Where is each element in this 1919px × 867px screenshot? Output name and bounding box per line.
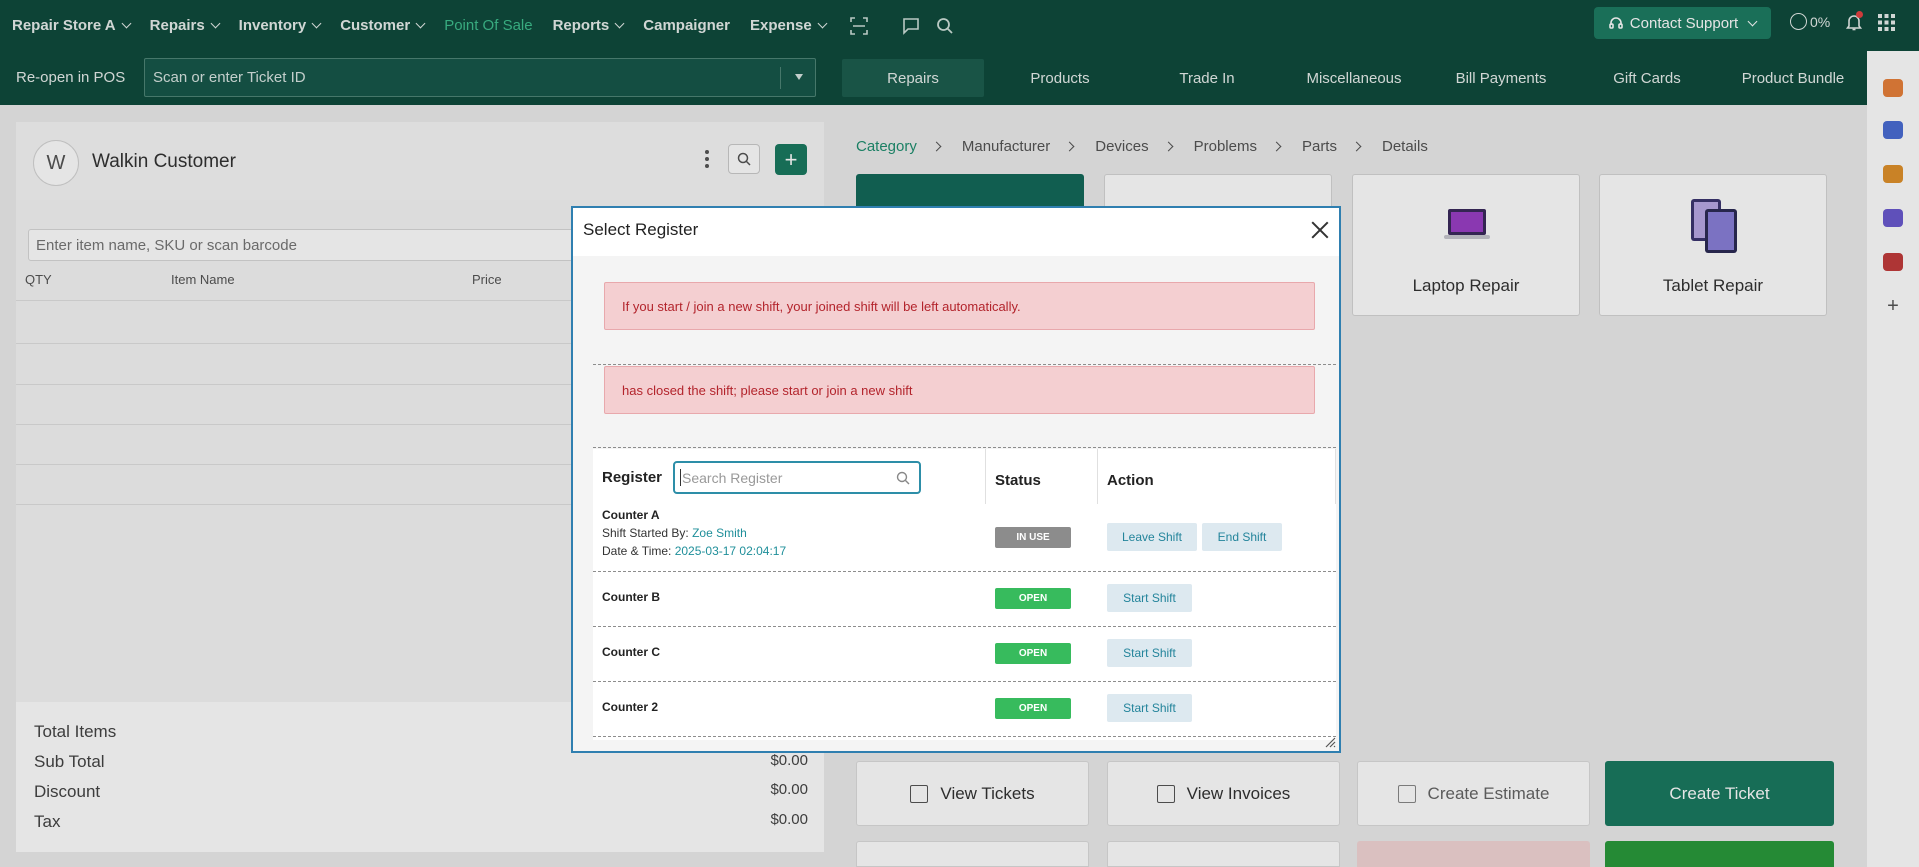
register-name: Counter A bbox=[602, 508, 660, 522]
status-badge: OPEN bbox=[995, 643, 1071, 664]
shift-started-by: Shift Started By: Zoe Smith bbox=[602, 526, 747, 540]
divider bbox=[593, 736, 1336, 737]
end-shift-button[interactable]: End Shift bbox=[1202, 523, 1282, 551]
divider bbox=[985, 449, 986, 504]
shift-warning-alert: If you start / join a new shift, your jo… bbox=[604, 282, 1315, 330]
start-shift-button[interactable]: Start Shift bbox=[1107, 639, 1192, 667]
search-register-input[interactable]: Search Register bbox=[673, 461, 921, 494]
divider bbox=[593, 447, 1336, 448]
divider bbox=[593, 364, 1336, 365]
shift-closed-alert: has closed the shift; please start or jo… bbox=[604, 366, 1315, 414]
divider bbox=[1097, 449, 1098, 504]
status-badge: OPEN bbox=[995, 588, 1071, 609]
text-cursor bbox=[680, 469, 681, 486]
register-table: Register Search Register Status Action C… bbox=[593, 449, 1336, 740]
shift-started-user: Zoe Smith bbox=[692, 526, 747, 540]
register-name: Counter 2 bbox=[602, 700, 659, 714]
search-icon bbox=[896, 471, 910, 485]
datetime-value: 2025-03-17 02:04:17 bbox=[674, 544, 787, 558]
status-badge: IN USE bbox=[995, 527, 1071, 548]
divider bbox=[1335, 449, 1336, 504]
register-name: Counter B bbox=[602, 590, 660, 604]
search-register-placeholder: Search Register bbox=[682, 469, 783, 486]
datetime-label: Date & Time: bbox=[602, 544, 672, 558]
leave-shift-button[interactable]: Leave Shift bbox=[1107, 523, 1197, 551]
column-header-register: Register bbox=[602, 469, 663, 486]
column-header-status: Status bbox=[995, 472, 1041, 489]
column-header-action: Action bbox=[1107, 472, 1154, 489]
divider bbox=[593, 571, 1336, 572]
select-register-dialog: Select Register If you start / join a ne… bbox=[571, 206, 1341, 753]
status-badge: OPEN bbox=[995, 698, 1071, 719]
close-icon[interactable] bbox=[1311, 221, 1329, 239]
start-shift-button[interactable]: Start Shift bbox=[1107, 584, 1192, 612]
divider bbox=[593, 681, 1336, 682]
dialog-body: If you start / join a new shift, your jo… bbox=[573, 256, 1339, 751]
resize-handle-icon[interactable] bbox=[1325, 737, 1336, 748]
shift-datetime: Date & Time: 2025-03-17 02:04:17 bbox=[602, 544, 786, 558]
register-name: Counter C bbox=[602, 645, 660, 659]
start-shift-button[interactable]: Start Shift bbox=[1107, 694, 1192, 722]
shift-started-label: Shift Started By: bbox=[602, 526, 689, 540]
dialog-title: Select Register bbox=[583, 220, 699, 239]
divider bbox=[593, 626, 1336, 627]
